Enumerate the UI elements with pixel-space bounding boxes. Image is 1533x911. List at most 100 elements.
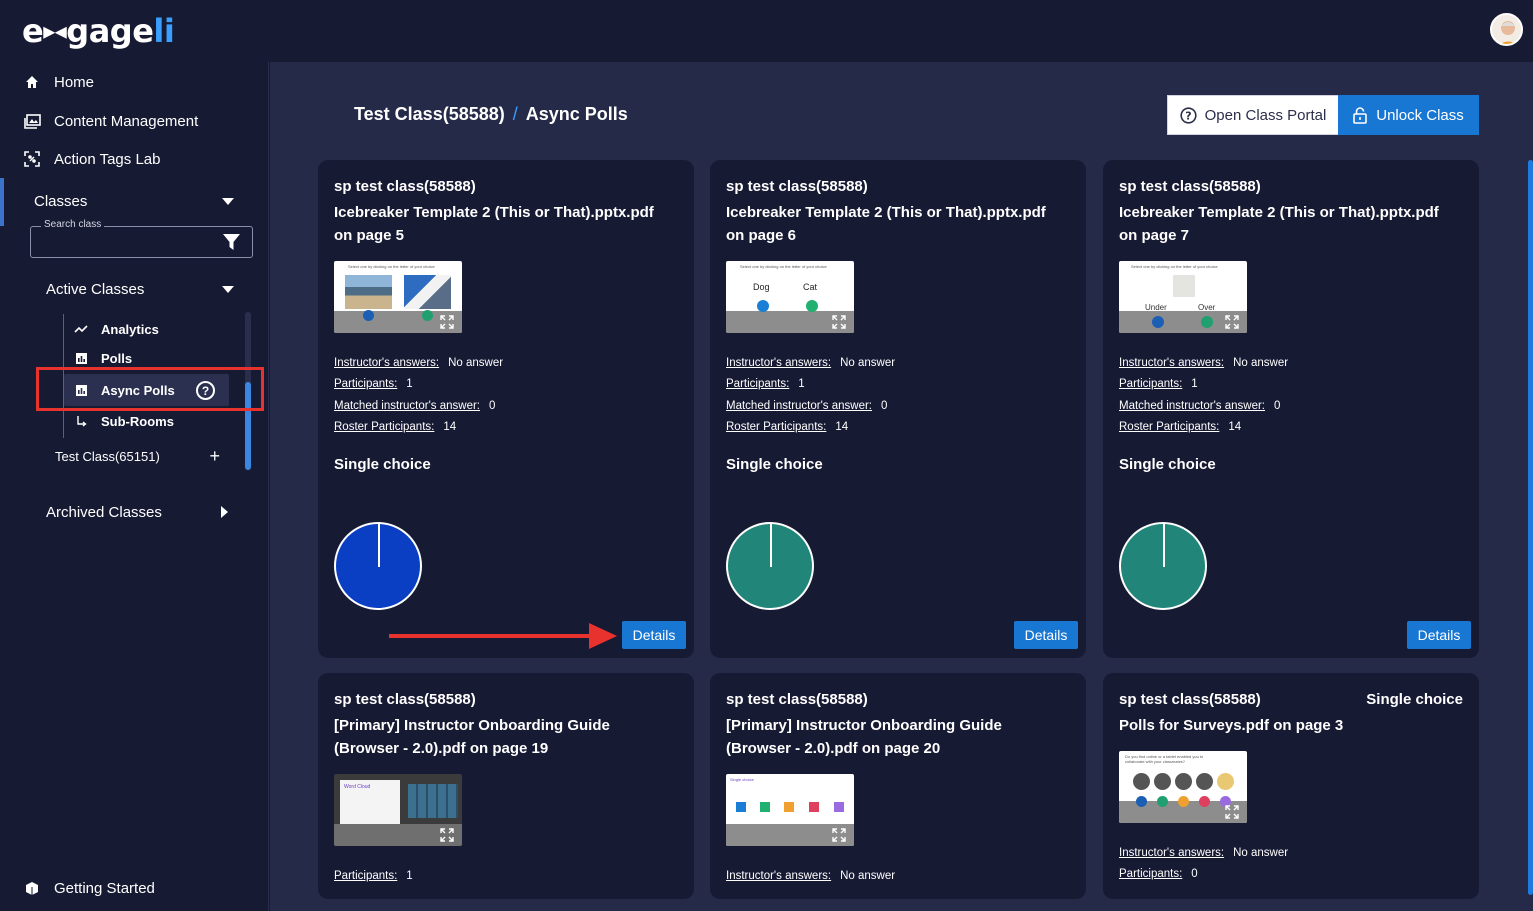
instructor-answers-value: No answer xyxy=(840,869,896,882)
card-title: Icebreaker Template 2 (This or That).ppt… xyxy=(726,204,1046,244)
slide-thumbnail[interactable]: Select one by clicking on the letter of … xyxy=(726,261,854,333)
participants-value: 0 xyxy=(1191,868,1198,881)
active-classes-label: Active Classes xyxy=(46,280,145,298)
question-type: Single choice xyxy=(726,456,823,473)
instructor-answers-link[interactable]: Instructor's answers: xyxy=(1119,847,1224,859)
matched-value: 0 xyxy=(1274,399,1281,412)
sidebar-item-test-class-65151[interactable]: Test Class(65151) + xyxy=(55,446,220,466)
card-stats: Instructor's answers: No answer xyxy=(726,865,895,887)
subdirectory-arrow-icon xyxy=(74,415,88,427)
option-badge-d xyxy=(1199,796,1210,807)
search-class-label: Search class xyxy=(41,219,105,230)
participants-link[interactable]: Participants: xyxy=(726,378,789,390)
unlock-class-label: Unlock Class xyxy=(1376,106,1464,124)
active-classes-toggle[interactable]: Active Classes xyxy=(46,278,234,300)
breadcrumb-class[interactable]: Test Class(58588) xyxy=(354,104,505,125)
unlock-class-button[interactable]: Unlock Class xyxy=(1338,95,1479,135)
instructor-answers-link[interactable]: Instructor's answers: xyxy=(334,357,439,369)
roster-link[interactable]: Roster Participants: xyxy=(1119,421,1219,433)
expand-icon[interactable] xyxy=(1225,805,1239,819)
matched-link[interactable]: Matched instructor's answer: xyxy=(726,400,872,412)
card-title: [Primary] Instructor Onboarding Guide (B… xyxy=(726,717,1002,757)
search-class-input[interactable] xyxy=(39,233,209,253)
results-pie-chart[interactable] xyxy=(334,522,422,610)
engageli-logo[interactable]: e▸◂gageli xyxy=(22,12,175,50)
roster-value: 14 xyxy=(835,421,849,434)
roster-link[interactable]: Roster Participants: xyxy=(726,421,826,433)
slide-thumbnail[interactable]: Word Cloud xyxy=(334,774,462,846)
nav-content-management[interactable]: Content Management xyxy=(22,109,198,133)
participants-link[interactable]: Participants: xyxy=(1119,868,1182,880)
matched-link[interactable]: Matched instructor's answer: xyxy=(334,400,480,412)
option-a-badge xyxy=(1152,316,1164,328)
option-b-badge xyxy=(422,310,433,321)
thumb-option-left: Dog xyxy=(753,282,770,292)
classes-label: Classes xyxy=(34,192,88,210)
results-pie-chart[interactable] xyxy=(726,522,814,610)
card-course: sp test class(58588) xyxy=(1119,691,1261,708)
sidebar-item-analytics[interactable]: Analytics xyxy=(74,318,159,340)
nav-home[interactable]: Home xyxy=(22,70,94,94)
details-button[interactable]: Details xyxy=(1407,621,1471,649)
user-avatar[interactable] xyxy=(1490,13,1523,46)
option-badge-c xyxy=(1178,796,1189,807)
matched-link[interactable]: Matched instructor's answer: xyxy=(1119,400,1265,412)
chevron-right-icon xyxy=(221,506,228,518)
instructor-answers-link[interactable]: Instructor's answers: xyxy=(726,870,831,882)
open-class-portal-button[interactable]: ? Open Class Portal xyxy=(1167,95,1339,135)
trend-icon xyxy=(74,324,88,334)
nav-action-tags-lab-label: Action Tags Lab xyxy=(54,150,161,168)
option-badge-a xyxy=(1136,796,1147,807)
results-pie-chart[interactable] xyxy=(1119,522,1207,610)
participants-link[interactable]: Participants: xyxy=(1119,378,1182,390)
beach-photo xyxy=(345,275,392,309)
roster-link[interactable]: Roster Participants: xyxy=(334,421,434,433)
participants-value: 1 xyxy=(406,869,413,882)
box-icon xyxy=(22,879,42,897)
classes-toggle[interactable]: Classes xyxy=(34,190,234,212)
option-b-tile xyxy=(760,802,770,812)
slide-thumbnail[interactable]: Select one by clicking on the letter of … xyxy=(1119,261,1247,333)
thumb-caption: Do you find online or a tablet enabled y… xyxy=(1125,754,1204,764)
emoji-option-5 xyxy=(1217,773,1234,790)
card-stats: Participants: 1 xyxy=(334,865,413,887)
main-scrollbar[interactable] xyxy=(1528,160,1533,895)
slide-thumbnail[interactable]: Select one by clicking on the letter of … xyxy=(334,261,462,333)
instructor-answers-link[interactable]: Instructor's answers: xyxy=(726,357,831,369)
details-button[interactable]: Details xyxy=(622,621,686,649)
participants-link[interactable]: Participants: xyxy=(334,378,397,390)
option-a-tile xyxy=(736,802,746,812)
sidebar-item-polls[interactable]: Polls xyxy=(74,347,132,369)
breadcrumb-page: Async Polls xyxy=(525,104,628,124)
expand-icon[interactable] xyxy=(832,315,846,329)
archived-classes-toggle[interactable]: Archived Classes xyxy=(46,501,228,523)
poll-card: sp test class(58588) Icebreaker Template… xyxy=(710,160,1086,658)
details-button[interactable]: Details xyxy=(1014,621,1078,649)
home-icon xyxy=(22,73,42,91)
nav-action-tags-lab[interactable]: Action Tags Lab xyxy=(22,147,160,171)
filter-icon[interactable] xyxy=(223,234,240,256)
top-bar: e▸◂gageli xyxy=(0,0,1533,62)
nav-getting-started[interactable]: Getting Started xyxy=(22,876,155,900)
sidebar-item-sub-rooms[interactable]: Sub-Rooms xyxy=(74,410,174,432)
card-stats: Instructor's answers: No answer Participa… xyxy=(726,352,895,438)
poll-card: sp test class(58588) Icebreaker Template… xyxy=(318,160,694,658)
expand-icon[interactable] xyxy=(832,828,846,842)
matched-value: 0 xyxy=(489,399,496,412)
breadcrumb: Test Class(58588) / Async Polls xyxy=(354,104,628,125)
instructor-answers-link[interactable]: Instructor's answers: xyxy=(1119,357,1224,369)
sidebar-item-polls-label: Polls xyxy=(101,350,133,366)
option-a-badge xyxy=(757,300,769,312)
card-stats: Instructor's answers: No answer Participa… xyxy=(1119,842,1288,885)
expand-icon[interactable] xyxy=(440,315,454,329)
slide-thumbnail[interactable]: Do you find online or a tablet enabled y… xyxy=(1119,751,1247,823)
plus-icon[interactable]: + xyxy=(209,447,220,465)
expand-icon[interactable] xyxy=(440,828,454,842)
card-title: Icebreaker Template 2 (This or That).ppt… xyxy=(1119,204,1439,244)
card-title: [Primary] Instructor Onboarding Guide (B… xyxy=(334,717,610,757)
participants-link[interactable]: Participants: xyxy=(334,870,397,882)
expand-icon[interactable] xyxy=(1225,315,1239,329)
slide-thumbnail[interactable]: Single choice xyxy=(726,774,854,846)
option-a-badge xyxy=(363,310,374,321)
nav-content-management-label: Content Management xyxy=(54,112,199,130)
